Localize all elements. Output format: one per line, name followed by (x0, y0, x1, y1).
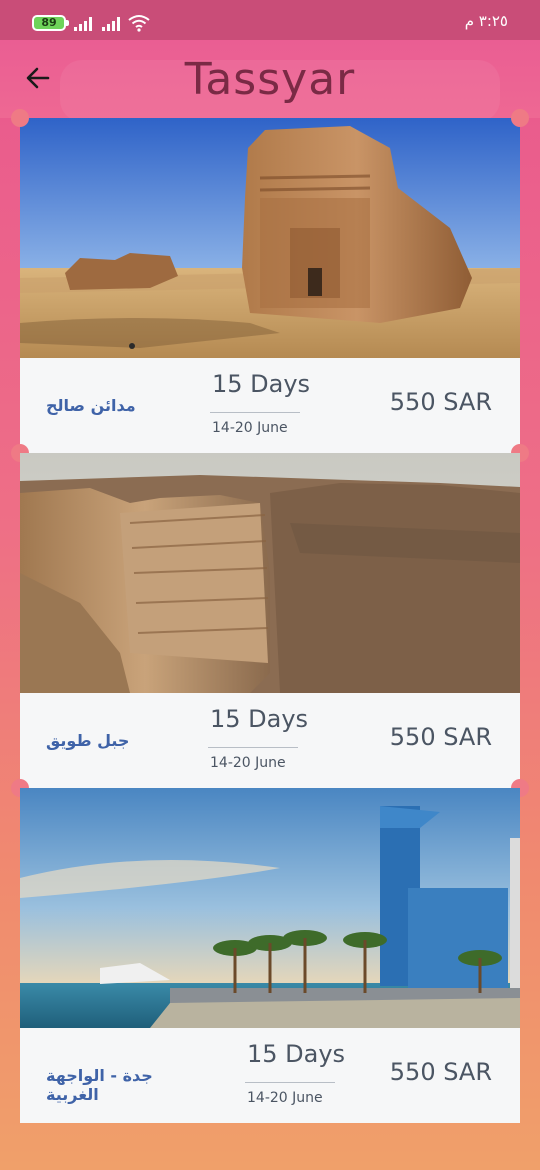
trip-photo-madain-saleh (20, 118, 520, 358)
trip-dates: 14-20 June (210, 755, 286, 771)
wifi-icon (128, 14, 150, 32)
divider (208, 747, 298, 748)
trip-dates: 14-20 June (247, 1090, 323, 1106)
trip-duration: 15 Days (247, 1040, 346, 1068)
ticket-notch (511, 109, 529, 127)
trip-info: جبل طويق 15 Days 14-20 June 550 SAR (20, 693, 520, 788)
page-title: Tassyar (184, 54, 356, 105)
trip-place: جدة - الواجهة الغربية (46, 1066, 153, 1104)
trip-photo-tuwaiq (20, 453, 520, 693)
trip-card[interactable]: جدة - الواجهة الغربية 15 Days 14-20 June… (20, 788, 520, 1123)
trip-price: 550 SAR (389, 723, 492, 751)
trip-price: 550 SAR (389, 1058, 492, 1086)
signal-icon-2 (102, 15, 124, 31)
trip-place: مدائن صالح (46, 396, 136, 415)
battery-icon: 89 (32, 15, 69, 31)
trip-dates: 14-20 June (212, 420, 288, 436)
trip-card[interactable]: مدائن صالح 15 Days 14-20 June 550 SAR (11, 109, 529, 462)
app-bar: Tassyar (0, 40, 540, 122)
trip-duration: 15 Days (210, 705, 309, 733)
trip-card[interactable]: جبل طويق 15 Days 14-20 June 550 SAR (11, 453, 529, 797)
clock: ٣:٢٥ م (464, 12, 508, 30)
battery-level: 89 (41, 16, 57, 29)
status-bar: 89 ٣:٢٥ م (0, 0, 540, 40)
trip-price: 550 SAR (389, 388, 492, 416)
trip-place: جبل طويق (46, 731, 130, 750)
trip-photo-jeddah (20, 788, 520, 1028)
trip-info: جدة - الواجهة الغربية 15 Days 14-20 June… (20, 1028, 520, 1123)
signal-icon (74, 15, 96, 31)
ticket-notch (11, 109, 29, 127)
divider (245, 1082, 335, 1083)
divider (210, 412, 300, 413)
trip-info: مدائن صالح 15 Days 14-20 June 550 SAR (20, 358, 520, 453)
trip-list: مدائن صالح 15 Days 14-20 June 550 SAR جب… (11, 109, 529, 1123)
trip-duration: 15 Days (212, 370, 311, 398)
